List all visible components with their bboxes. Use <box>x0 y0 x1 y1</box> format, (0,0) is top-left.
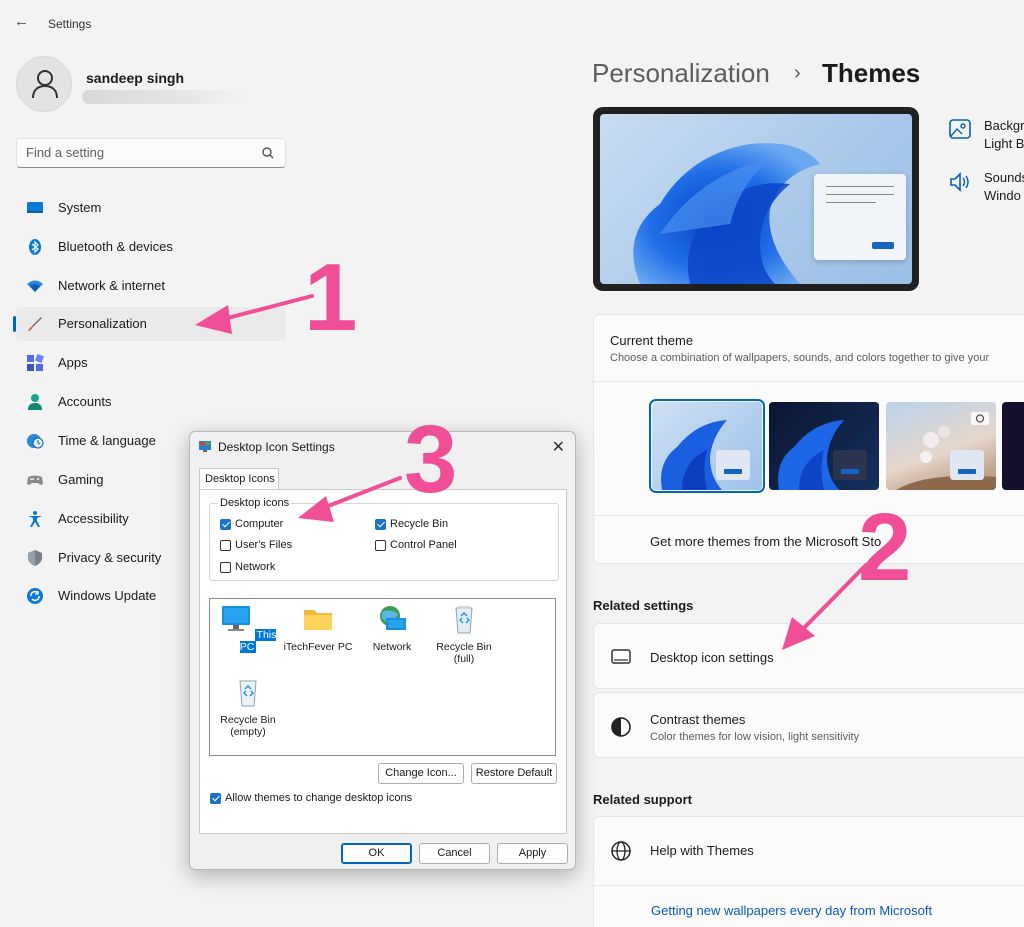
annotation-number-1: 1 <box>304 244 358 351</box>
annotation-number-3: 3 <box>404 406 458 513</box>
arrow-step-3 <box>298 476 402 522</box>
arrow-step-1 <box>195 294 314 334</box>
annotation-overlay <box>195 294 868 650</box>
annotation-number-2: 2 <box>858 494 912 601</box>
arrow-step-2 <box>782 563 868 650</box>
